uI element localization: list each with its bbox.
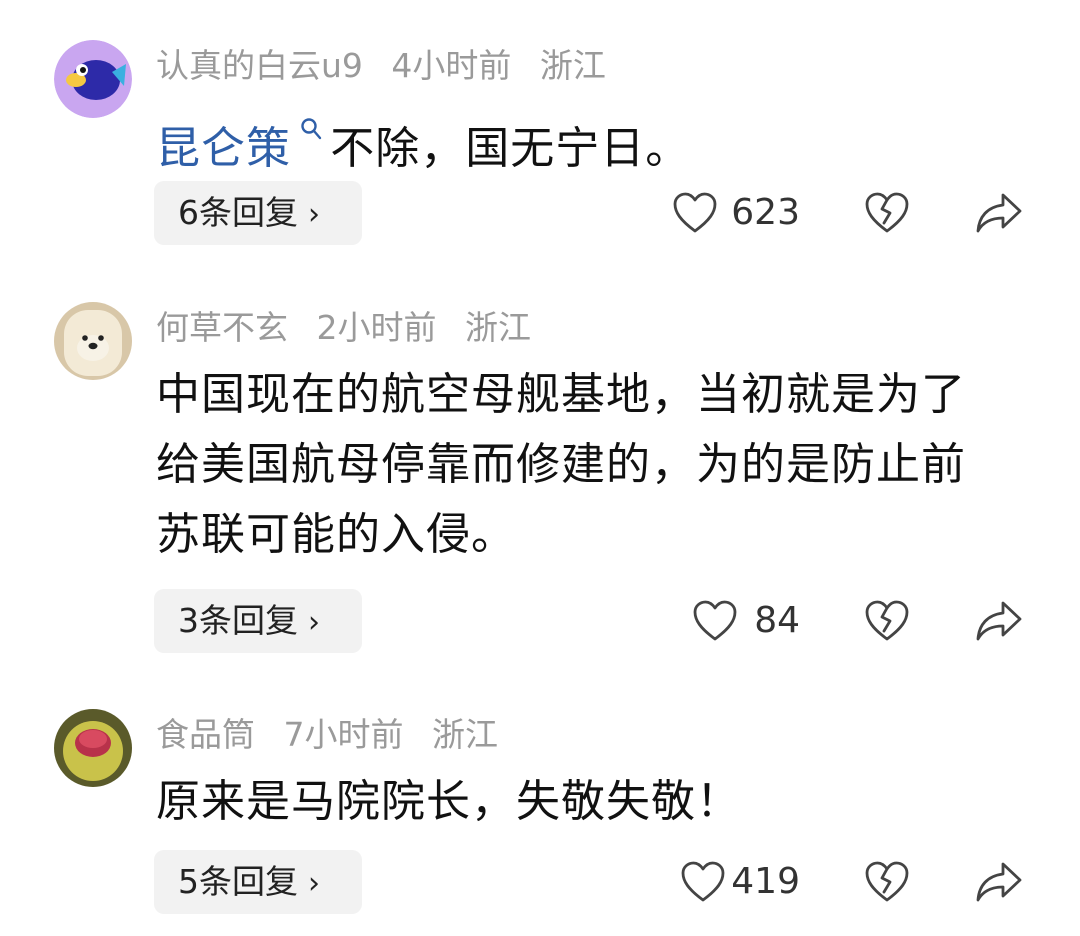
author-name[interactable]: 食品筒 bbox=[156, 715, 255, 754]
broken-heart-icon[interactable] bbox=[864, 860, 910, 904]
comment-body: 原来是马院院长，失敬失敬！ bbox=[156, 776, 741, 827]
avatar[interactable] bbox=[54, 40, 132, 118]
comment-meta: 认真的白云u9 4小时前 浙江 bbox=[156, 44, 624, 88]
comment-body: 不除，国无宁日。 bbox=[330, 123, 691, 174]
comment-time: 2小时前 bbox=[316, 308, 437, 347]
share-arrow-icon[interactable] bbox=[975, 191, 1023, 235]
search-icon bbox=[291, 118, 330, 147]
broken-heart-icon[interactable] bbox=[864, 191, 910, 235]
avatar[interactable] bbox=[54, 709, 132, 787]
comment-text: 原来是马院院长，失敬失敬！ bbox=[156, 767, 1006, 837]
topic-link[interactable]: 昆仑策 bbox=[156, 118, 330, 174]
like-count: 419 bbox=[731, 861, 800, 902]
heart-icon[interactable] bbox=[692, 599, 738, 643]
share-arrow-icon[interactable] bbox=[975, 860, 1023, 904]
comment-actions: 419 bbox=[0, 850, 1080, 914]
share-arrow-icon[interactable] bbox=[975, 599, 1023, 643]
comment-body: 中国现在的航空母舰基地，当初就是为了给美国航母停靠而修建的，为的是防止前苏联可能… bbox=[156, 369, 966, 560]
comment-meta: 食品筒 7小时前 浙江 bbox=[156, 713, 516, 757]
comment-text: 昆仑策 不除，国无宁日。 bbox=[156, 98, 1006, 184]
like-count: 623 bbox=[731, 192, 800, 233]
comment-time: 4小时前 bbox=[391, 46, 512, 85]
broken-heart-icon[interactable] bbox=[864, 599, 910, 643]
avatar[interactable] bbox=[54, 302, 132, 380]
comment-time: 7小时前 bbox=[283, 715, 404, 754]
comment-location: 浙江 bbox=[539, 46, 606, 85]
comment-actions: 84 bbox=[0, 589, 1080, 653]
heart-icon[interactable] bbox=[672, 191, 718, 235]
comment-actions: 623 bbox=[0, 181, 1080, 245]
comment-location: 浙江 bbox=[465, 308, 531, 347]
heart-icon[interactable] bbox=[680, 860, 726, 904]
like-count: 84 bbox=[754, 600, 800, 641]
author-name[interactable]: 认真的白云u9 bbox=[156, 46, 363, 85]
author-name[interactable]: 何草不玄 bbox=[156, 308, 288, 347]
comment-meta: 何草不玄 2小时前 浙江 bbox=[156, 306, 549, 350]
comment-location: 浙江 bbox=[432, 715, 498, 754]
comment-text: 中国现在的航空母舰基地，当初就是为了给美国航母停靠而修建的，为的是防止前苏联可能… bbox=[156, 360, 996, 570]
